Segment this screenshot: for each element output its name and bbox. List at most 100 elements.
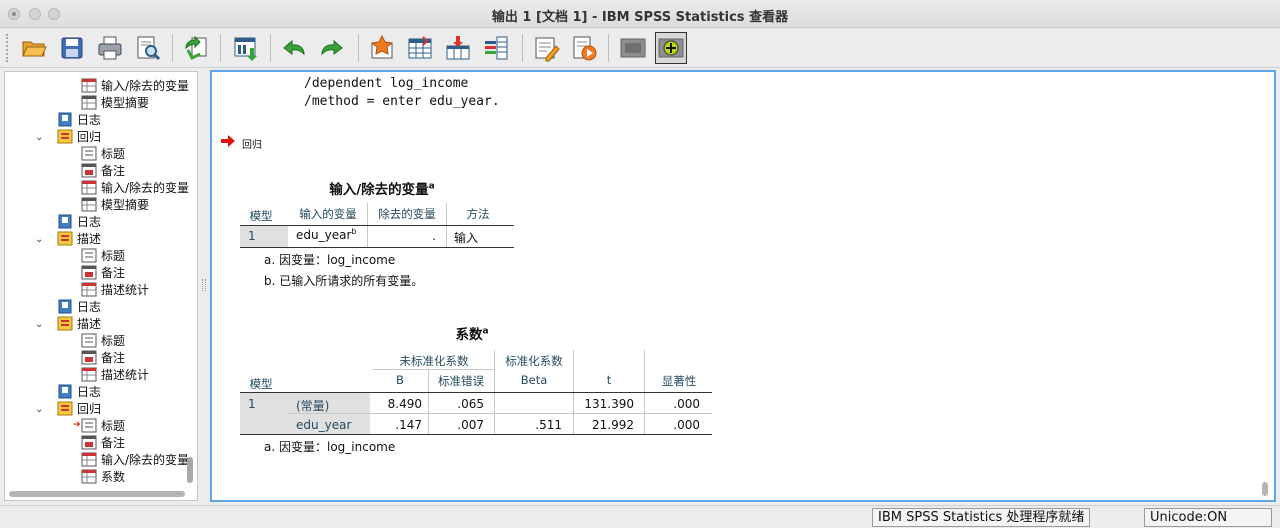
tree-item-table[interactable]: 输入/除去的变量 — [81, 179, 189, 196]
tree-item-log[interactable]: 日志 — [57, 383, 101, 400]
tree-item-title[interactable]: 标题 — [81, 417, 125, 434]
tree-item-notes[interactable]: 备注 — [81, 264, 125, 281]
toolbar-separator — [270, 34, 271, 62]
variables-button[interactable] — [480, 32, 512, 64]
goto-data-button[interactable] — [230, 32, 262, 64]
show-button[interactable] — [655, 32, 687, 64]
open-icon — [22, 41, 47, 57]
tree-item-notes[interactable]: 备注 — [81, 349, 125, 366]
col-header-b: B — [396, 373, 404, 387]
tree-item-label: 备注 — [101, 436, 126, 450]
tree-item-procedure[interactable]: 描述 — [57, 230, 101, 247]
tree-item-table[interactable]: 系数 — [81, 468, 125, 485]
chevron-down-icon[interactable]: ⌄ — [35, 235, 45, 245]
cell-beta: .511 — [535, 418, 562, 432]
syntax-line: /method = enter edu_year. — [304, 94, 500, 109]
cell-t: 131.390 — [584, 397, 634, 411]
tree-item-title[interactable]: 标题 — [81, 247, 125, 264]
footnote-marker: a — [482, 326, 489, 337]
save-button[interactable] — [56, 32, 88, 64]
insert-variable-button[interactable] — [442, 32, 474, 64]
procedure-icon — [57, 129, 73, 144]
chevron-down-icon[interactable]: ⌄ — [35, 320, 45, 330]
notes-icon — [81, 265, 97, 280]
footnote-marker: b — [351, 227, 357, 236]
designate-window-button[interactable] — [530, 32, 562, 64]
tree-item-label: 标题 — [101, 249, 126, 263]
group-header-unstandardized: 未标准化系数 — [399, 354, 469, 368]
hide-button[interactable] — [617, 32, 649, 64]
tree-item-procedure[interactable]: 描述 — [57, 315, 101, 332]
chevron-down-icon[interactable]: ⌄ — [35, 405, 45, 415]
variables-icon — [485, 36, 508, 60]
goto-output-button[interactable] — [366, 32, 398, 64]
script-button[interactable] — [568, 32, 600, 64]
syntax-line: /dependent log_income — [304, 76, 469, 91]
tree-item-procedure[interactable]: 回归 — [57, 128, 101, 145]
status-bar: IBM SPSS Statistics 处理程序就绪 Unicode:ON — [0, 505, 1280, 528]
title-bar: 输出 1 [文档 1] - IBM SPSS Statistics 查看器 — [0, 0, 1280, 28]
content-vertical-scrollbar[interactable] — [1262, 482, 1268, 496]
tree-item-log[interactable]: 日志 — [57, 111, 101, 128]
export-icon — [185, 35, 207, 61]
insert-variable-icon — [446, 36, 470, 60]
table-title-variables-entered: 输入/除去的变量a — [312, 178, 452, 199]
tree-item-label: 输入/除去的变量 — [101, 181, 190, 195]
table-icon — [81, 78, 97, 93]
notes-icon — [81, 350, 97, 365]
log-book-icon — [57, 112, 73, 127]
tree-item-table[interactable]: 描述统计 — [81, 281, 149, 298]
export-button[interactable] — [180, 32, 212, 64]
chevron-down-icon[interactable]: ⌄ — [35, 133, 45, 143]
grid-line — [428, 370, 429, 434]
col-header-entered: 输入的变量 — [299, 207, 357, 221]
output-content[interactable]: /dependent log_income /method = enter ed… — [210, 70, 1276, 502]
col-header-t: t — [606, 373, 612, 387]
col-header-removed: 除去的变量 — [378, 207, 436, 221]
tree-item-label: 备注 — [101, 351, 126, 365]
row-term-edu-year: edu_year — [296, 418, 352, 432]
col-header-method: 方法 — [466, 207, 490, 221]
navigator-vertical-scrollbar[interactable] — [187, 457, 193, 483]
tree-item-table[interactable]: 输入/除去的变量 — [81, 451, 189, 468]
print-button[interactable] — [94, 32, 126, 64]
tree-item-label: 输入/除去的变量 — [101, 79, 190, 93]
log-book-icon — [57, 384, 73, 399]
save-icon — [61, 37, 83, 59]
tree-item-table[interactable]: 输入/除去的变量 — [81, 77, 189, 94]
tree-item-procedure[interactable]: 回归 — [57, 400, 101, 417]
tree-item-table[interactable]: 模型摘要 — [81, 94, 149, 111]
redo-button[interactable] — [316, 32, 348, 64]
tree-item-table[interactable]: 模型摘要 — [81, 196, 149, 213]
undo-button[interactable] — [278, 32, 310, 64]
tree-item-label: 回归 — [77, 130, 102, 144]
notes-icon — [81, 163, 97, 178]
navigator-horizontal-scrollbar[interactable] — [9, 491, 185, 497]
table-title-text: 系数 — [455, 327, 483, 343]
table-icon — [81, 180, 97, 195]
tree-item-table[interactable]: 描述统计 — [81, 366, 149, 383]
pane-splitter[interactable] — [199, 71, 209, 501]
tree-item-label: 日志 — [77, 300, 102, 314]
print-preview-button[interactable] — [132, 32, 164, 64]
cell-b: .147 — [395, 418, 422, 432]
footnote: a. 因变量：log_income — [264, 253, 396, 267]
goto-case-button[interactable] — [404, 32, 436, 64]
footnote: a. 因变量：log_income — [264, 440, 396, 454]
tree-item-title[interactable]: 标题 — [81, 145, 125, 162]
tree-item-notes[interactable]: 备注 — [81, 434, 125, 451]
splitter-grip — [202, 279, 206, 291]
toolbar-separator — [172, 34, 173, 62]
tree-item-notes[interactable]: 备注 — [81, 162, 125, 179]
tree-item-log[interactable]: 日志 — [57, 213, 101, 230]
open-button[interactable] — [18, 32, 50, 64]
goto-case-icon — [408, 36, 432, 59]
table-rule — [240, 247, 514, 248]
tree-item-log[interactable]: 日志 — [57, 298, 101, 315]
tree-item-title[interactable]: 标题 — [81, 332, 125, 349]
table-rule — [240, 434, 712, 435]
procedure-icon — [57, 231, 73, 246]
redo-icon — [321, 39, 343, 56]
title-icon — [81, 146, 97, 161]
output-navigator[interactable]: 输入/除去的变量 模型摘要 日志 ⌄ 回归 标题 备注 输入/除去的变量 模型摘… — [4, 71, 198, 501]
